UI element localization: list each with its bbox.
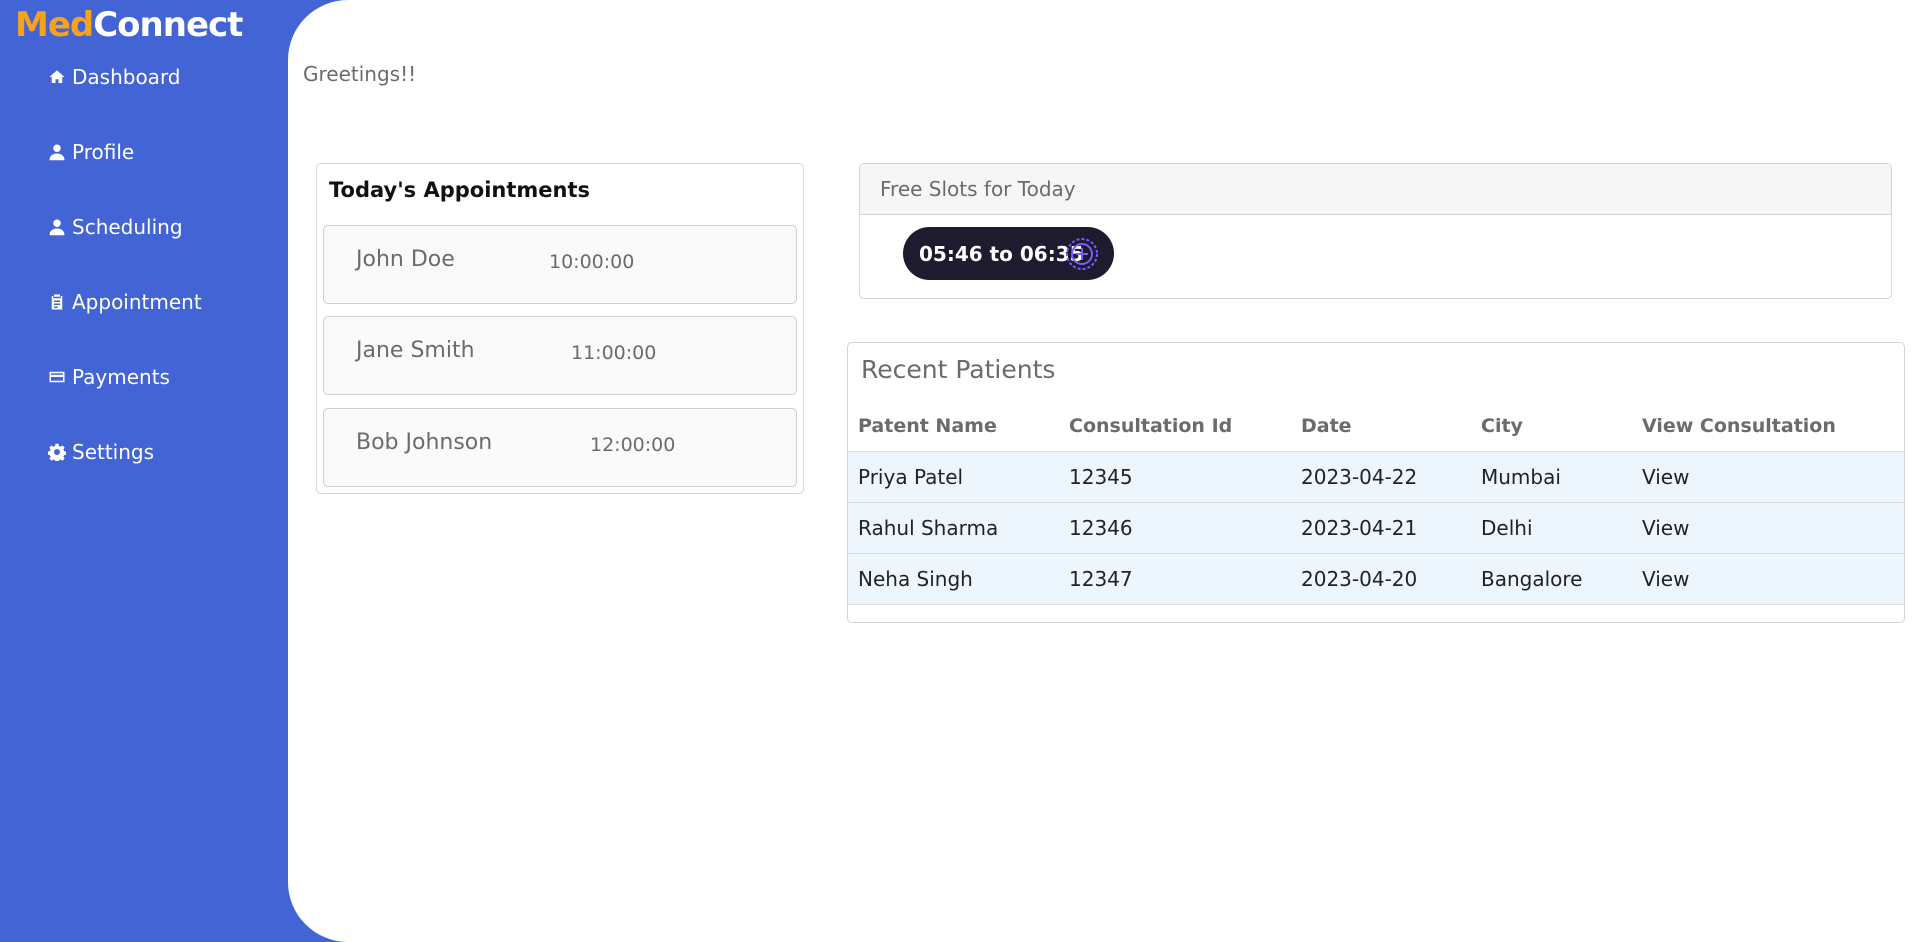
- appointment-time: 12:00:00: [590, 434, 676, 456]
- patient-name-cell: Rahul Sharma: [848, 502, 1059, 554]
- sidebar-item-label: Payments: [72, 365, 170, 389]
- sidebar-item-profile[interactable]: Profile: [48, 140, 134, 164]
- column-header: Consultation Id: [1059, 401, 1291, 452]
- appointments-title: Today's Appointments: [329, 178, 590, 202]
- sidebar-item-scheduling[interactable]: Scheduling: [48, 215, 183, 239]
- free-slot-chip[interactable]: 05:46 to 06:35: [903, 227, 1114, 280]
- city-cell: Mumbai: [1471, 451, 1632, 503]
- appointment-patient-name: Bob Johnson: [356, 430, 493, 455]
- view-consultation-link[interactable]: View: [1632, 451, 1904, 503]
- patient-name-cell: Neha Singh: [848, 553, 1059, 605]
- home-icon: [49, 70, 65, 83]
- date-cell: 2023-04-20: [1291, 553, 1471, 605]
- appointment-patient-name: John Doe: [356, 247, 455, 272]
- city-cell: Delhi: [1471, 502, 1632, 554]
- date-cell: 2023-04-21: [1291, 502, 1471, 554]
- gear-icon: [48, 443, 66, 461]
- todays-appointments-card: Today's Appointments John Doe 10:00:00 J…: [316, 163, 804, 494]
- view-consultation-link[interactable]: View: [1632, 502, 1904, 554]
- table-header-row: Patent Name Consultation Id Date City Vi…: [848, 401, 1904, 452]
- table-row: Neha Singh 12347 2023-04-20 Bangalore Vi…: [848, 553, 1904, 605]
- view-consultation-link[interactable]: View: [1632, 553, 1904, 605]
- recent-patients-card: Recent Patients Patent Name Consultation…: [847, 342, 1905, 623]
- main-content: Greetings!! Today's Appointments John Do…: [288, 0, 1920, 942]
- consultation-id-cell: 12346: [1059, 502, 1291, 554]
- slot-time-range: 05:46 to 06:35: [919, 241, 1084, 266]
- sidebar-item-label: Profile: [72, 140, 135, 164]
- user-icon: [49, 144, 65, 161]
- column-header: View Consultation: [1632, 401, 1904, 452]
- consultation-id-cell: 12345: [1059, 451, 1291, 503]
- sidebar-item-label: Settings: [72, 440, 155, 464]
- table-row: Rahul Sharma 12346 2023-04-21 Delhi View: [848, 502, 1904, 554]
- user-icon: [49, 219, 65, 236]
- appointment-time: 10:00:00: [549, 251, 635, 273]
- logo-part-connect: Connect: [93, 5, 243, 45]
- app-logo: MedConnect: [15, 4, 243, 46]
- free-slots-card: Free Slots for Today 05:46 to 06:35: [859, 163, 1892, 299]
- appointment-time: 11:00:00: [571, 342, 657, 364]
- patient-name-cell: Priya Patel: [848, 451, 1059, 503]
- appointment-item[interactable]: Jane Smith 11:00:00: [323, 316, 797, 395]
- consultation-id-cell: 12347: [1059, 553, 1291, 605]
- greeting-text: Greetings!!: [303, 62, 417, 86]
- clipboard-icon: [51, 294, 63, 310]
- appointment-item[interactable]: John Doe 10:00:00: [323, 225, 797, 304]
- appointment-item[interactable]: Bob Johnson 12:00:00: [323, 408, 797, 487]
- city-cell: Bangalore: [1471, 553, 1632, 605]
- sidebar-item-payments[interactable]: Payments: [48, 365, 170, 389]
- free-slots-title: Free Slots for Today: [860, 164, 1891, 215]
- date-cell: 2023-04-22: [1291, 451, 1471, 503]
- sidebar-item-dashboard[interactable]: Dashboard: [48, 65, 181, 89]
- sidebar-item-settings[interactable]: Settings: [48, 440, 154, 464]
- column-header: Patent Name: [848, 401, 1059, 452]
- column-header: City: [1471, 401, 1632, 452]
- appointment-patient-name: Jane Smith: [356, 338, 475, 363]
- table-row: Priya Patel 12345 2023-04-22 Mumbai View: [848, 451, 1904, 503]
- column-header: Date: [1291, 401, 1471, 452]
- sidebar-item-appointment[interactable]: Appointment: [48, 290, 202, 314]
- logo-part-med: Med: [15, 5, 94, 45]
- sidebar-item-label: Appointment: [72, 290, 202, 314]
- recent-patients-title: Recent Patients: [861, 355, 1056, 384]
- recent-patients-table: Patent Name Consultation Id Date City Vi…: [848, 401, 1904, 605]
- sidebar-item-label: Scheduling: [72, 215, 183, 239]
- credit-card-icon: [49, 371, 65, 383]
- sidebar-item-label: Dashboard: [72, 65, 181, 89]
- add-circle-icon[interactable]: [1064, 236, 1100, 272]
